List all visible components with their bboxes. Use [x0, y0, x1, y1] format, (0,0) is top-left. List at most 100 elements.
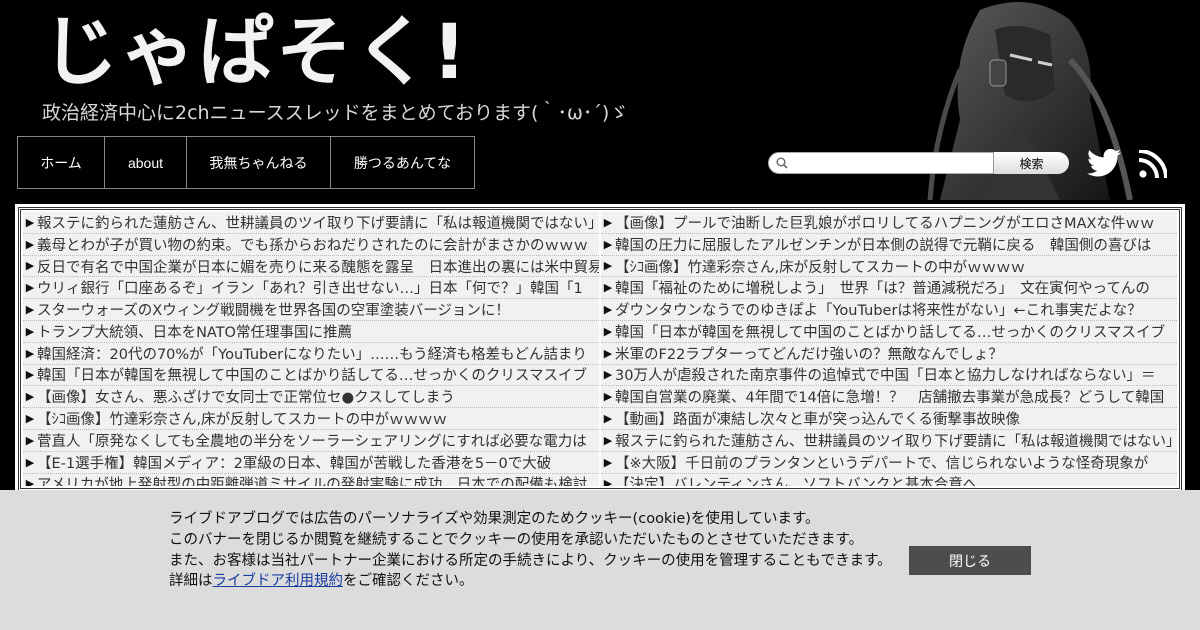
list-item[interactable]: ▶ 韓国自営業の廃業、4年間で14倍に急増！？ 店舗撤去事業が急成長？どうして韓国: [601, 386, 1177, 409]
article-title: 報ステに釣られた蓮舫さん、世耕議員のツイ取り下げ要請に「私は報道機関ではない」: [37, 215, 599, 232]
list-item[interactable]: ▶ 米軍のF22ラプターってどんだけ強いの？無敵なんでしょ？: [601, 342, 1177, 365]
triangle-right-icon: ▶: [603, 346, 613, 360]
article-title: トランプ大統領、日本をNATO常任理事国に推薦: [37, 324, 352, 341]
list-item[interactable]: ▶ 【画像】プールで油断した巨乳娘がポロリしてるハプニングがエロさMAXな件ｗｗ: [601, 212, 1177, 234]
triangle-right-icon: ▶: [25, 346, 35, 360]
list-item[interactable]: ▶ 【ｼｺ画像】竹達彩奈さん,床が反射してスカートの中がｗｗｗｗ: [23, 408, 599, 430]
list-item[interactable]: ▶ 【決定】バレンティンさん、ソフトバンクと基本合意へ: [601, 473, 1177, 486]
article-title: 米軍のF22ラプターってどんだけ強いの？無敵なんでしょ？: [615, 346, 1003, 363]
triangle-right-icon: ▶: [603, 477, 613, 486]
list-item[interactable]: ▶ ダウンタウンなうでのゆきぽよ「YouTuberは将来性がない」←これ事実だよな…: [601, 299, 1177, 321]
cookie-notice-line: 詳細はライブドア利用規約をご確認ください。: [169, 571, 892, 592]
article-list-right: ▶ 【画像】プールで油断した巨乳娘がポロリしてるハプニングがエロさMAXな件ｗｗ …: [601, 212, 1177, 486]
terms-link[interactable]: ライブドア利用規約: [213, 573, 344, 589]
triangle-right-icon: ▶: [603, 303, 613, 317]
list-item[interactable]: ▶ 韓国の圧力に屈服したアルゼンチンが日本側の説得で元鞘に戻る 韓国側の喜びは: [601, 233, 1177, 256]
twitter-icon[interactable]: [1087, 148, 1121, 178]
triangle-right-icon: ▶: [603, 324, 613, 338]
list-item[interactable]: ▶ 30万人が虐殺された南京事件の追悼式で中国「日本と協力しなければならない」＝: [601, 364, 1177, 387]
nav-item-ganaichannel[interactable]: 我無ちゃんねる: [187, 137, 331, 188]
cookie-close-button[interactable]: 閉じる: [909, 546, 1031, 575]
list-item[interactable]: ▶ 【E-1選手権】韓国メディア：2軍級の日本、韓国が苦戦した香港を5－0で大破: [23, 451, 599, 474]
list-item[interactable]: ▶ アメリカが地上発射型の中距離弾道ミサイルの発射実験に成功…日本での配備も検討: [23, 473, 599, 486]
list-item[interactable]: ▶ 報ステに釣られた蓮舫さん、世耕議員のツイ取り下げ要請に「私は報道機関ではない」: [23, 212, 599, 234]
search-bar: 検索: [768, 152, 1069, 174]
nav-item-about[interactable]: about: [105, 137, 187, 188]
site-header: じゃぱそく! 政治経済中心に2chニューススレッドをまとめております(｀･ω･´…: [0, 0, 1200, 200]
article-title: 【決定】バレンティンさん、ソフトバンクと基本合意へ: [615, 477, 978, 486]
article-title: 義母とわが子が買い物の約束。でも孫からおねだりされたのに会計がまさかのｗｗｗ: [37, 237, 588, 254]
list-item[interactable]: ▶ トランプ大統領、日本をNATO常任理事国に推薦: [23, 320, 599, 343]
cookie-notice-line: このバナーを閉じるか閲覧を継続することでクッキーの使用を承認いただいたものとさせ…: [169, 531, 864, 548]
nav-item-home[interactable]: ホーム: [18, 137, 105, 188]
main-nav: ホーム about 我無ちゃんねる 勝つるあんてな: [17, 136, 475, 189]
triangle-right-icon: ▶: [603, 433, 613, 447]
list-item[interactable]: ▶ 【動画】路面が凍結し次々と車が突っ込んでくる衝撃事故映像: [601, 408, 1177, 430]
triangle-right-icon: ▶: [603, 412, 613, 426]
search-icon: [776, 157, 788, 169]
list-item[interactable]: ▶ 韓国「福祉のために増税しよう」 世界「は？普通減税だろ」 文在寅何やってんの: [601, 277, 1177, 300]
cookie-details-suffix: をご確認ください。: [343, 573, 474, 590]
triangle-right-icon: ▶: [603, 215, 613, 229]
triangle-right-icon: ▶: [25, 215, 35, 229]
triangle-right-icon: ▶: [25, 303, 35, 317]
triangle-right-icon: ▶: [603, 259, 613, 273]
article-title: 【E-1選手権】韓国メディア：2軍級の日本、韓国が苦戦した香港を5－0で大破: [37, 455, 552, 472]
triangle-right-icon: ▶: [25, 324, 35, 338]
article-title: スターウォーズのXウィング戦闘機を世界各国の空軍塗装バージョンに！: [37, 303, 510, 320]
list-item[interactable]: ▶ 報ステに釣られた蓮舫さん、世耕議員のツイ取り下げ要請に「私は報道機関ではない」: [601, 429, 1177, 452]
article-title: 韓国自営業の廃業、4年間で14倍に急増！？ 店舗撤去事業が急成長？どうして韓国: [615, 390, 1165, 407]
list-item[interactable]: ▶ 菅直人「原発なくしても全農地の半分をソーラーシェアリングにすれば必要な電力は: [23, 429, 599, 452]
list-item[interactable]: ▶ 【ｼｺ画像】竹達彩奈さん,床が反射してスカートの中がｗｗｗｗ: [601, 255, 1177, 278]
triangle-right-icon: ▶: [25, 477, 35, 486]
article-list-left: ▶ 報ステに釣られた蓮舫さん、世耕議員のツイ取り下げ要請に「私は報道機関ではない」…: [23, 212, 599, 486]
article-title: 【画像】プールで油断した巨乳娘がポロリしてるハプニングがエロさMAXな件ｗｗ: [615, 215, 1155, 232]
article-title: 韓国「日本が韓国を無視して中国のことばかり話してる…せっかくのクリスマスイブ: [615, 324, 1165, 341]
triangle-right-icon: ▶: [25, 259, 35, 273]
list-item[interactable]: ▶ 【画像】女さん、悪ふざけで女同士で正常位セ●クスしてしまう: [23, 386, 599, 409]
triangle-right-icon: ▶: [25, 433, 35, 447]
article-title: 韓国経済：20代の70%が「YouTuberになりたい」……もう経済も格差もどん…: [37, 346, 587, 363]
list-item[interactable]: ▶ 韓国経済：20代の70%が「YouTuberになりたい」……もう経済も格差もど…: [23, 342, 599, 365]
search-button[interactable]: 検索: [993, 152, 1069, 174]
site-tagline: 政治経済中心に2chニューススレッドをまとめております(｀･ω･´)ゞ: [42, 102, 629, 124]
cookie-notice-line: また、お客様は当社パートナー企業における所定の手続きにより、クッキーの使用を管理…: [169, 552, 892, 569]
list-item[interactable]: ▶ 【※大阪】千日前のプランタンというデパートで、信じられないような怪奇現象が: [601, 451, 1177, 474]
rss-icon[interactable]: [1139, 150, 1167, 178]
article-title: アメリカが地上発射型の中距離弾道ミサイルの発射実験に成功…日本での配備も検討: [37, 477, 588, 486]
article-title: 報ステに釣られた蓮舫さん、世耕議員のツイ取り下げ要請に「私は報道機関ではない」: [615, 433, 1177, 450]
site-logo[interactable]: じゃぱそく!: [42, 2, 469, 102]
article-title: 30万人が虐殺された南京事件の追悼式で中国「日本と協力しなければならない」＝: [615, 368, 1156, 385]
triangle-right-icon: ▶: [603, 368, 613, 382]
triangle-right-icon: ▶: [25, 237, 35, 251]
triangle-right-icon: ▶: [25, 281, 35, 295]
list-item[interactable]: ▶ スターウォーズのXウィング戦闘機を世界各国の空軍塗装バージョンに！: [23, 299, 599, 321]
list-item[interactable]: ▶ 韓国「日本が韓国を無視して中国のことばかり話してる…せっかくのクリスマスイブ: [601, 320, 1177, 343]
triangle-right-icon: ▶: [25, 368, 35, 382]
triangle-right-icon: ▶: [25, 412, 35, 426]
triangle-right-icon: ▶: [25, 455, 35, 469]
cookie-notice-line: ライブドアブログでは広告のパーソナライズや効果測定のためクッキー(cookie)…: [169, 511, 820, 527]
triangle-right-icon: ▶: [25, 390, 35, 404]
cookie-banner: ライブドアブログでは広告のパーソナライズや効果測定のためクッキー(cookie)…: [0, 490, 1200, 630]
list-item[interactable]: ▶ 義母とわが子が買い物の約束。でも孫からおねだりされたのに会計がまさかのｗｗｗ: [23, 233, 599, 256]
triangle-right-icon: ▶: [603, 281, 613, 295]
article-title: 【画像】女さん、悪ふざけで女同士で正常位セ●クスしてしまう: [37, 390, 455, 407]
list-item[interactable]: ▶ ウリィ銀行「口座あるぞ」イラン「あれ？引き出せない…」日本「何で？」韓国「1: [23, 277, 599, 300]
article-title: 韓国の圧力に屈服したアルゼンチンが日本側の説得で元鞘に戻る 韓国側の喜びは: [615, 237, 1152, 254]
article-title: 【ｼｺ画像】竹達彩奈さん,床が反射してスカートの中がｗｗｗｗ: [37, 412, 448, 429]
nav-item-katsuru-antenna[interactable]: 勝つるあんてな: [331, 137, 474, 188]
article-title: 【※大阪】千日前のプランタンというデパートで、信じられないような怪奇現象が: [615, 455, 1149, 472]
article-title: 菅直人「原発なくしても全農地の半分をソーラーシェアリングにすれば必要な電力は: [37, 433, 587, 450]
article-title: 【ｼｺ画像】竹達彩奈さん,床が反射してスカートの中がｗｗｗｗ: [615, 259, 1026, 276]
article-title: 韓国「福祉のために増税しよう」 世界「は？普通減税だろ」 文在寅何やってんの: [615, 281, 1150, 298]
search-input[interactable]: [793, 154, 993, 172]
triangle-right-icon: ▶: [603, 455, 613, 469]
list-item[interactable]: ▶ 韓国「日本が韓国を無視して中国のことばかり話してる…せっかくのクリスマスイブ: [23, 364, 599, 387]
triangle-right-icon: ▶: [603, 237, 613, 251]
list-item[interactable]: ▶ 反日で有名で中国企業が日本に媚を売りに来る醜態を露呈 日本進出の裏には米中貿易: [23, 255, 599, 278]
cookie-notice-text: ライブドアブログでは広告のパーソナライズや効果測定のためクッキー(cookie)…: [169, 509, 892, 592]
article-title: 【動画】路面が凍結し次々と車が突っ込んでくる衝撃事故映像: [615, 412, 1020, 429]
article-title: 韓国「日本が韓国を無視して中国のことばかり話してる…せっかくのクリスマスイブ: [37, 368, 587, 385]
article-title: ダウンタウンなうでのゆきぽよ「YouTuberは将来性がない」←これ事実だよな？: [615, 303, 1142, 320]
